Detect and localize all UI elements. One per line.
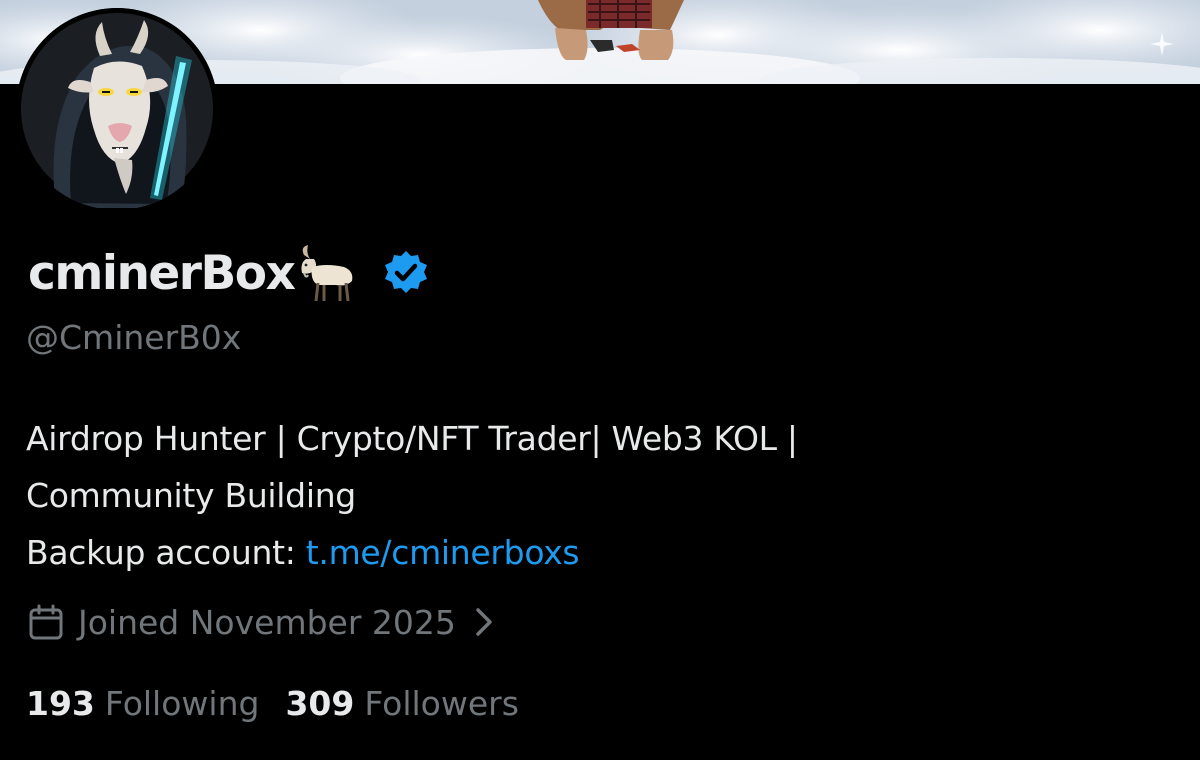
followers-count: 309 bbox=[285, 683, 355, 723]
profile-handle: @CminerB0x bbox=[26, 318, 242, 357]
display-name: cminerBox bbox=[28, 245, 296, 301]
display-name-row: cminerBox bbox=[28, 240, 430, 306]
verified-badge-icon[interactable] bbox=[382, 249, 430, 297]
profile-avatar[interactable] bbox=[16, 8, 218, 210]
follow-stats: 193 Following 309 Followers bbox=[26, 678, 519, 728]
goat-emoji-icon bbox=[301, 245, 353, 302]
followers-stat[interactable]: 309 Followers bbox=[285, 684, 518, 723]
following-stat[interactable]: 193 Following bbox=[26, 684, 259, 723]
avatar-goat-image bbox=[16, 8, 218, 210]
bio-backup-label: Backup account: bbox=[26, 533, 306, 572]
joined-date-row[interactable]: Joined November 2025 bbox=[26, 598, 498, 646]
sparkle-icon bbox=[1150, 32, 1174, 56]
bio-telegram-link[interactable]: t.me/cminerboxs bbox=[306, 533, 580, 572]
following-label: Following bbox=[104, 683, 260, 723]
chevron-right-icon bbox=[476, 608, 492, 636]
following-count: 193 bbox=[26, 683, 95, 723]
bio-line-3: Backup account: t.me/cminerboxs bbox=[26, 524, 1126, 581]
calendar-icon bbox=[29, 604, 63, 640]
joined-date-text: Joined November 2025 bbox=[78, 602, 456, 642]
profile-bio: Airdrop Hunter | Crypto/NFT Trader| Web3… bbox=[26, 410, 1126, 581]
bio-line-1: Airdrop Hunter | Crypto/NFT Trader| Web3… bbox=[26, 419, 798, 458]
profile-page: cminerBox @CminerB0x Airdrop Hunter | Cr… bbox=[0, 0, 1200, 760]
followers-label: Followers bbox=[364, 683, 519, 723]
bio-line-2: Community Building bbox=[26, 476, 356, 515]
